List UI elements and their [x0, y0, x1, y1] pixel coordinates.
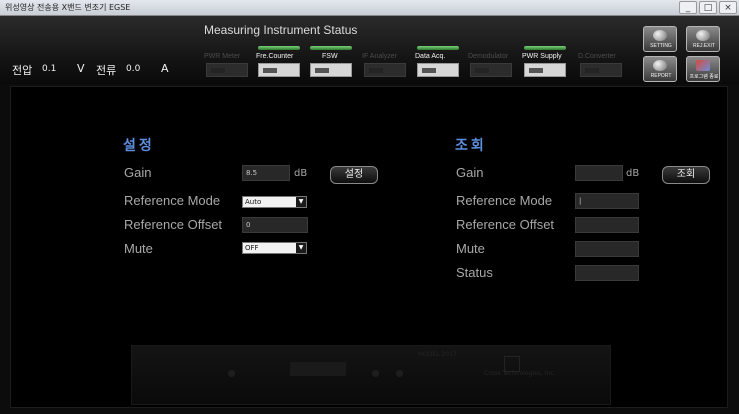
instrument-thumbnail — [524, 63, 566, 77]
query-ref-offset-label: Reference Offset — [456, 217, 555, 232]
setting-ref-offset-label: Reference Offset — [124, 217, 223, 232]
setting-gain-input[interactable]: 8.5 — [242, 165, 290, 181]
status-led — [580, 46, 622, 50]
instrument-label: Demodulator — [468, 53, 509, 60]
query-status-label: Status — [456, 265, 493, 280]
report-button[interactable]: REPORT — [643, 56, 677, 82]
instrument-thumbnail — [364, 63, 406, 77]
query-ref-mode-label: Reference Mode — [456, 193, 553, 208]
instrument-thumbnail — [206, 63, 248, 77]
status-led — [310, 46, 352, 50]
device-display — [290, 362, 346, 376]
setting-gain-label: Gain — [124, 165, 152, 180]
device-model: MODEL 2017 — [418, 351, 457, 358]
close-button[interactable]: × — [719, 1, 737, 14]
instrument-label: PWR Supply — [522, 53, 562, 60]
query-gain-unit: dB — [626, 168, 640, 179]
program-exit-button[interactable]: 프로그램 종료 — [686, 56, 720, 82]
ref-mode-select[interactable]: Auto ▼ — [242, 196, 307, 208]
setting-gain-unit: dB — [294, 168, 308, 179]
instrument-label: FSW — [322, 53, 338, 60]
instrument-thumbnail — [417, 63, 459, 77]
current-label: 전류 — [96, 64, 117, 77]
program-exit-icon — [696, 60, 710, 71]
exit-button[interactable]: REJ.EXIT — [686, 26, 720, 52]
instrument-label: Data Acq. — [415, 53, 446, 60]
instrument-d-converter[interactable]: D.Converter — [578, 42, 630, 82]
device-knob — [396, 370, 403, 377]
query-gain-value — [575, 165, 623, 181]
query-mute-label: Mute — [456, 241, 485, 256]
mute-select[interactable]: OFF ▼ — [242, 242, 307, 254]
window-title: 위성영상 전송용 X밴드 변조기 EGSE — [5, 3, 131, 12]
instrument-fre-counter[interactable]: Fre.Counter — [256, 42, 308, 82]
current-value: 0.0 — [126, 64, 141, 74]
status-led — [470, 46, 512, 50]
instrument-label: IF Analyzer — [362, 53, 398, 60]
query-gain-label: Gain — [456, 165, 484, 180]
query-button[interactable]: 조회 — [662, 166, 710, 184]
setting-mute-label: Mute — [124, 241, 153, 256]
window-titlebar: 위성영상 전송용 X밴드 변조기 EGSE _ □ × — [0, 0, 739, 16]
instrument-label: D.Converter — [578, 53, 616, 60]
status-led — [206, 46, 248, 50]
ref-mode-value: Auto — [245, 198, 262, 206]
exit-icon — [696, 30, 710, 41]
chevron-down-icon: ▼ — [296, 243, 306, 253]
instrument-thumbnail — [470, 63, 512, 77]
query-mute-value — [575, 241, 639, 257]
instrument-data-acq[interactable]: Data Acq. — [415, 42, 467, 82]
query-ref-offset-value — [575, 217, 639, 233]
instrument-thumbnail — [258, 63, 300, 77]
setting-button[interactable]: SETTING — [643, 26, 677, 52]
report-icon — [653, 60, 667, 71]
device-brand: Cross Technologies, Inc. — [484, 370, 556, 377]
status-led — [258, 46, 300, 50]
ref-offset-input[interactable]: 0 — [242, 217, 308, 233]
instrument-fsw[interactable]: FSW — [308, 42, 360, 82]
instrument-thumbnail — [580, 63, 622, 77]
instrument-thumbnail — [310, 63, 352, 77]
setting-ref-mode-label: Reference Mode — [124, 193, 221, 208]
set-button[interactable]: 설정 — [330, 166, 378, 184]
minimize-button[interactable]: _ — [679, 1, 697, 14]
mute-value: OFF — [245, 244, 259, 252]
device-knob — [228, 370, 235, 377]
instrument-label: PWR Meter — [204, 53, 241, 60]
status-led — [364, 46, 406, 50]
query-status-value — [575, 265, 639, 281]
main-panel: MODEL 2017 Cross Technologies, Inc. 설정 G… — [10, 86, 728, 408]
instrument-pwr-meter[interactable]: PWR Meter — [204, 42, 256, 82]
query-ref-mode-value: | — [575, 193, 639, 209]
instrument-demodulator[interactable]: Demodulator — [468, 42, 520, 82]
voltage-value: 0.1 — [42, 64, 57, 74]
status-led — [524, 46, 566, 50]
setting-section-title: 설정 — [123, 138, 155, 154]
query-section-title: 조회 — [455, 138, 487, 154]
program-exit-label: 프로그램 종료 — [689, 74, 719, 80]
setting-icon — [653, 30, 667, 41]
setting-label: SETTING — [650, 43, 672, 49]
chevron-down-icon: ▼ — [296, 197, 306, 207]
instrument-if-analyzer[interactable]: IF Analyzer — [362, 42, 414, 82]
instrument-pwr-supply[interactable]: PWR Supply — [522, 42, 574, 82]
report-label: REPORT — [650, 73, 672, 79]
instrument-status-bar: Measuring Instrument Status 전압 0.1 V 전류 … — [0, 16, 739, 84]
device-image: MODEL 2017 Cross Technologies, Inc. — [131, 345, 611, 405]
instrument-label: Fre.Counter — [256, 53, 294, 60]
current-unit: A — [161, 62, 169, 75]
maximize-button[interactable]: □ — [699, 1, 717, 14]
exit-label: REJ.EXIT — [693, 43, 715, 49]
status-led — [417, 46, 459, 50]
voltage-unit: V — [77, 62, 85, 75]
status-title: Measuring Instrument Status — [204, 23, 358, 37]
voltage-label: 전압 — [12, 64, 33, 77]
device-knob — [372, 370, 379, 377]
